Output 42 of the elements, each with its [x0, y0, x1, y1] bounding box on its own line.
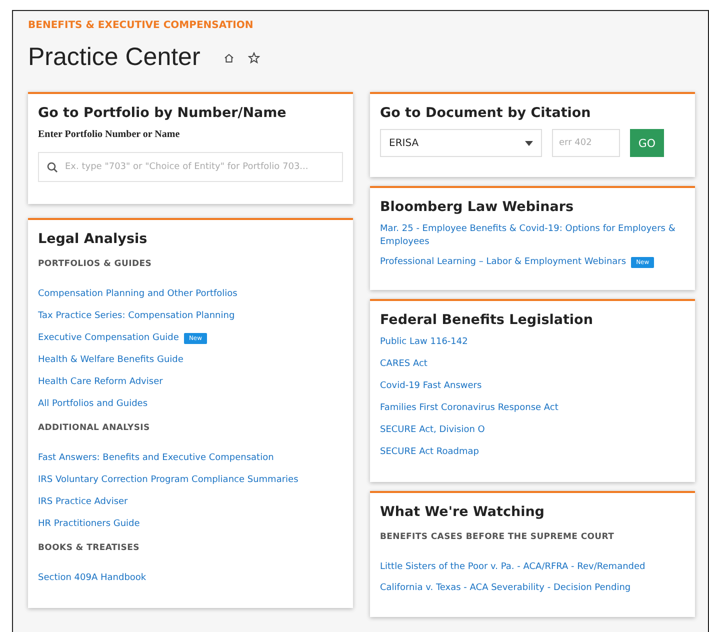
- link[interactable]: Tax Practice Series: Compensation Planning: [38, 310, 343, 323]
- card-title: What We're Watching: [380, 504, 546, 520]
- page-title: Practice Center: [28, 43, 200, 72]
- link[interactable]: Mar. 25 - Employee Benefits & Covid-19: Options for Employers & Employees: [380, 223, 685, 249]
- section-heading: PORTFOLIOS & GUIDES: [38, 259, 153, 269]
- caret-icon: [525, 140, 533, 146]
- section-heading: ADDITIONAL ANALYSIS: [38, 423, 151, 433]
- link[interactable]: Health & Welfare Benefits Guide: [38, 354, 343, 367]
- search-field[interactable]: Ex. type "703" or "Choice of Entity" for Portfolio 703...: [38, 152, 343, 182]
- link[interactable]: SECURE Act, Division O: [380, 424, 685, 437]
- link[interactable]: Covid-19 Fast Answers: [380, 380, 685, 393]
- section-heading: BENEFITS CASES BEFORE THE SUPREME COURT: [380, 532, 616, 542]
- home-icon[interactable]: [224, 52, 234, 62]
- link[interactable]: Compensation Planning and Other Portfolios: [38, 288, 343, 301]
- link[interactable]: Public Law 116-142: [380, 336, 685, 349]
- section-eyebrow: BENEFITS & EXECUTIVE COMPENSATION: [28, 20, 254, 31]
- link[interactable]: Health Care Reform Adviser: [38, 376, 343, 389]
- star-icon[interactable]: [248, 52, 260, 64]
- source-dropdown[interactable]: ERISA: [380, 129, 542, 157]
- card-title: Go to Document by Citation: [380, 105, 592, 121]
- card-title: Federal Benefits Legislation: [380, 312, 594, 328]
- link[interactable]: IRS Practice Adviser: [38, 496, 343, 509]
- field-label: Enter Portfolio Number or Name: [38, 129, 181, 140]
- card-title: Go to Portfolio by Number/Name: [38, 105, 288, 121]
- section-heading: BOOKS & TREATISES: [38, 543, 140, 553]
- go-button[interactable]: GO: [630, 129, 664, 157]
- link[interactable]: Section 409A Handbook: [38, 572, 343, 585]
- card-title: Legal Analysis: [38, 231, 148, 247]
- citation-field[interactable]: err 402: [552, 129, 620, 157]
- link[interactable]: CARES Act: [380, 358, 685, 371]
- link[interactable]: All Portfolios and Guides: [38, 398, 343, 411]
- link[interactable]: Executive Compensation Guide: [38, 332, 179, 345]
- link[interactable]: IRS Voluntary Correction Program Compliance Summaries: [38, 474, 343, 487]
- search-icon: [47, 162, 58, 173]
- link[interactable]: Little Sisters of the Poor v. Pa. - ACA/RFRA - Rev/Remanded: [380, 561, 685, 574]
- link[interactable]: Families First Coronavirus Response Act: [380, 402, 685, 415]
- link[interactable]: HR Practitioners Guide: [38, 518, 343, 531]
- link[interactable]: SECURE Act Roadmap: [380, 446, 685, 459]
- link[interactable]: California v. Texas - ACA Severability - Decision Pending: [380, 582, 685, 595]
- card-title: Bloomberg Law Webinars: [380, 199, 575, 215]
- link[interactable]: Professional Learning – Labor & Employment Webinars: [380, 256, 626, 269]
- link[interactable]: Fast Answers: Benefits and Executive Compensation: [38, 452, 343, 465]
